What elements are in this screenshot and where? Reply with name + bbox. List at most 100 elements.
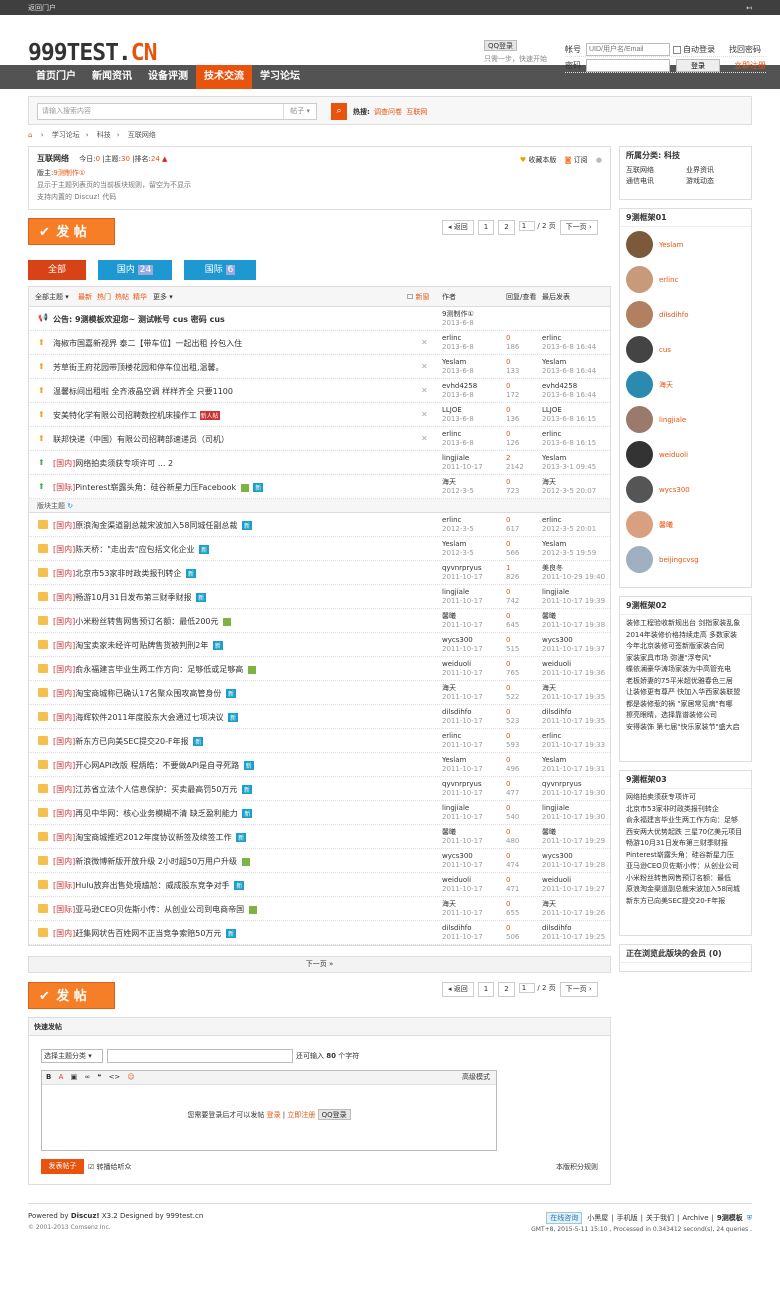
thread-title[interactable]: 安美特化学有限公司招聘数控机床操作工: [53, 411, 197, 420]
filter-more[interactable]: 更多 ▾: [153, 287, 173, 307]
last-poster[interactable]: 美良冬: [542, 564, 563, 572]
quote-icon[interactable]: ❝: [98, 1073, 102, 1081]
thread-title[interactable]: 淘宝商城推迟2012年度协议新签及续签工作: [75, 833, 231, 842]
table-row[interactable]: [国内]海辉软件2011年度股东大会通过七项决议 新 dilsdihfo 2011-…: [29, 705, 610, 729]
new-post-button[interactable]: ✔ 发 帖: [28, 218, 115, 245]
thread-title[interactable]: 小米粉丝转售网售预订名额：最低200元: [75, 617, 218, 626]
table-row[interactable]: [国内]淘宝卖家未经许可贴牌售货被判刑2年 新 wycs300 2011-10-17…: [29, 633, 610, 657]
pager-page-2[interactable]: 2: [498, 220, 515, 235]
member-name[interactable]: dilsdihfo: [659, 311, 689, 319]
pager-page-1[interactable]: 1: [477, 982, 495, 997]
pager-page-2[interactable]: 2: [498, 982, 515, 997]
thread-author[interactable]: erlinc: [442, 732, 461, 740]
smiley-icon[interactable]: ☺: [128, 1073, 135, 1081]
nav-item-review[interactable]: 设备评测: [140, 65, 196, 89]
new-window-toggle[interactable]: ☐ 新窗: [407, 287, 430, 307]
thread-author[interactable]: dilsdihfo: [442, 924, 472, 932]
next-page-bar[interactable]: 下一页 »: [28, 956, 611, 973]
list-item[interactable]: 小米粉丝转售网售预订名额：最低: [620, 873, 751, 885]
thread-title[interactable]: 淘宝卖家未经许可贴牌售货被判刑2年: [75, 641, 208, 650]
pager-jump[interactable]: 1 / 2 页: [518, 220, 556, 235]
last-poster[interactable]: 海天: [542, 478, 556, 486]
avatar[interactable]: [626, 266, 653, 293]
thread-title[interactable]: 芳草街王府花园带顶楼花园和停车位出租,温馨。: [53, 363, 224, 372]
last-poster[interactable]: Yeslam: [542, 358, 566, 366]
member-item[interactable]: dilsdihfo: [620, 297, 751, 332]
thread-author[interactable]: lingjiale: [442, 454, 469, 462]
hot-link-internet[interactable]: 互联网: [406, 108, 427, 116]
favorite-forum-link[interactable]: 收藏本版: [528, 156, 556, 164]
member-item[interactable]: cus: [620, 332, 751, 367]
thread-title[interactable]: 温馨标间出租啦 全齐液晶空调 样样齐全 只要1100: [53, 387, 233, 396]
last-poster[interactable]: weiduoli: [542, 876, 571, 884]
thread-category[interactable]: [国内]: [53, 665, 75, 674]
announcement-author[interactable]: 9测制作①: [442, 310, 474, 318]
last-poster[interactable]: LLJOE: [542, 406, 562, 414]
thread-title[interactable]: 新浪微博新版开放升级 2小时超50万用户升级: [75, 857, 237, 866]
qq-login-button[interactable]: QQ登录: [484, 40, 518, 51]
thread-title[interactable]: 陈天桥："走出去"应包括文化企业: [75, 545, 194, 554]
pager-page-1[interactable]: 1: [477, 220, 495, 235]
thread-author[interactable]: Yeslam: [442, 540, 466, 548]
share-option[interactable]: ☑ 转播给听众: [88, 1162, 132, 1172]
thread-category[interactable]: [国内]: [53, 929, 75, 938]
member-item[interactable]: 馨曦: [620, 507, 751, 542]
thread-category[interactable]: [国内]: [53, 617, 75, 626]
avatar[interactable]: [626, 441, 653, 468]
list-item[interactable]: 让装修更有尊严 快加入华西家装联盟: [620, 687, 751, 699]
unpin-icon[interactable]: ✕: [421, 338, 428, 347]
last-poster[interactable]: Yeslam: [542, 540, 566, 548]
announcement-title[interactable]: 公告: 9测模板欢迎您~ 测试帐号 cus 密码 cus: [53, 314, 225, 325]
home-icon[interactable]: ⌂: [28, 131, 32, 139]
thread-author[interactable]: Yeslam: [442, 358, 466, 366]
forgot-password-link[interactable]: 找回密码: [729, 44, 761, 55]
last-poster[interactable]: erlinc: [542, 430, 561, 438]
last-poster[interactable]: Yeslam: [542, 756, 566, 764]
editor-login-link[interactable]: 登录: [267, 1111, 281, 1119]
member-name[interactable]: weiduoli: [659, 451, 688, 459]
avatar[interactable]: [626, 511, 653, 538]
pager-next-button[interactable]: 下一页 ›: [559, 982, 598, 997]
thread-category[interactable]: [国内]: [53, 545, 75, 554]
member-name[interactable]: cus: [659, 346, 671, 354]
thread-author[interactable]: wycs300: [442, 852, 473, 860]
last-poster[interactable]: Yeslam: [542, 454, 566, 462]
login-button[interactable]: 登录: [676, 59, 720, 72]
table-row[interactable]: [国内]淘宝商城称已确认17名聚众围攻高管身份 新海天 2011-10-17 0 52…: [29, 681, 610, 705]
avatar[interactable]: [626, 406, 653, 433]
thread-author[interactable]: 馨曦: [442, 828, 456, 836]
new-post-button-bottom[interactable]: ✔ 发 帖: [28, 982, 115, 1009]
discuz-link[interactable]: Discuz!: [71, 1212, 100, 1220]
member-item[interactable]: wycs300: [620, 472, 751, 507]
credit-rules-link[interactable]: 本版积分规则: [556, 1162, 598, 1172]
table-row[interactable]: [国内]开心网API改版 程炳皓：不要做API是自寻死路 新 Yeslam 2011…: [29, 753, 610, 777]
thread-author[interactable]: erlinc: [442, 430, 461, 438]
member-name[interactable]: wycs300: [659, 486, 690, 494]
tab-domestic[interactable]: 国内 24: [98, 260, 172, 280]
list-item[interactable]: Pinterest崭露头角：硅谷新星力压: [620, 850, 751, 862]
table-row[interactable]: ⬆ 安美特化学有限公司招聘数控机床操作工 新人帖 ✕ LLJOE 2013-6-8 0 13…: [29, 403, 610, 427]
table-row[interactable]: [国内]新东方已向美SEC提交20-F年报 新 erlinc 2011-10-17 0…: [29, 729, 610, 753]
avatar[interactable]: [626, 301, 653, 328]
thread-author[interactable]: weiduoli: [442, 660, 471, 668]
editor-register-link[interactable]: 立即注册: [287, 1111, 315, 1119]
cat-link-internet[interactable]: 互联网络: [626, 165, 686, 176]
table-row[interactable]: [国内]畅游10月31日发布第三财季财报 新 lingjiale 2011-10-1…: [29, 585, 610, 609]
thread-title[interactable]: 畅游10月31日发布第三财季财报: [75, 593, 191, 602]
avatar[interactable]: [626, 546, 653, 573]
thread-title[interactable]: 再见中华网：核心业务模糊不清 缺乏盈利能力: [75, 809, 238, 818]
thread-title[interactable]: 新东方已向美SEC提交20-F年报: [75, 737, 188, 746]
thread-title[interactable]: Hulu放弃出售处境尴尬：威成股东竞争对手: [75, 881, 229, 890]
thread-title[interactable]: 俞永福建言毕业生两工作方向：足够低或足够高: [75, 665, 243, 674]
thread-author[interactable]: 馨曦: [442, 612, 456, 620]
font-color-icon[interactable]: A: [59, 1073, 64, 1081]
thread-category[interactable]: [国际]: [53, 905, 75, 914]
thread-author[interactable]: wycs300: [442, 636, 473, 644]
table-row[interactable]: ⬆ [国内]网络拍卖须获专项许可 ... 2 lingjiale 2011-10-17…: [29, 451, 610, 475]
last-poster[interactable]: dilsdihfo: [542, 708, 572, 716]
table-row[interactable]: ⬆ 温馨标间出租啦 全齐液晶空调 样样齐全 只要1100 ✕ evhd4258 2013…: [29, 379, 610, 403]
last-poster[interactable]: weiduoli: [542, 660, 571, 668]
search-input[interactable]: 请输入搜索内容 帖子 ▾: [37, 103, 317, 120]
back-to-portal-link[interactable]: 返回门户: [28, 3, 56, 13]
nav-item-tech[interactable]: 技术交流: [196, 65, 252, 89]
